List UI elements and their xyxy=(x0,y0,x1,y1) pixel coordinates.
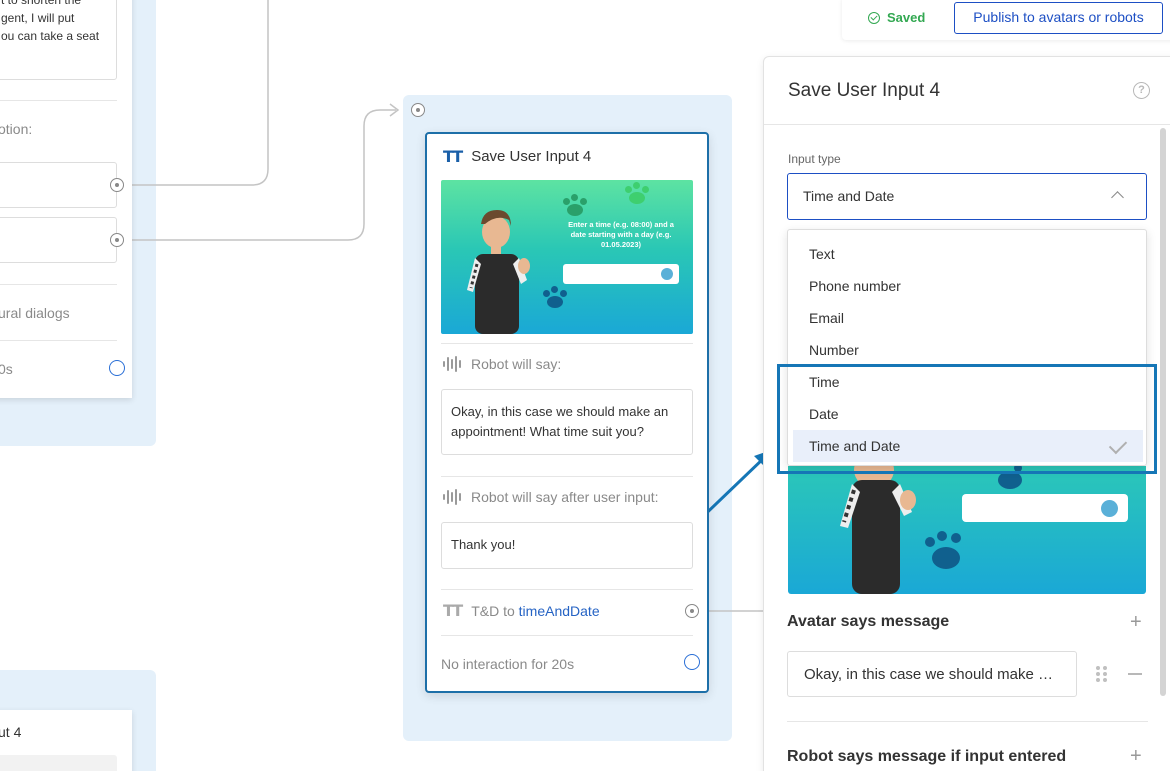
avatar-says-message-field[interactable]: Okay, in this case we should make an app… xyxy=(787,651,1077,697)
output-port[interactable] xyxy=(110,178,124,192)
paw-decoration xyxy=(625,182,649,204)
left-message-line: t to shorten the xyxy=(1,0,82,7)
option-email[interactable]: Email xyxy=(793,302,1143,334)
remove-icon[interactable] xyxy=(1128,673,1142,675)
timeout-port[interactable] xyxy=(109,360,125,376)
left-bottom-node-field xyxy=(0,755,117,771)
divider xyxy=(441,343,693,344)
divider xyxy=(0,284,117,285)
voice-wave-icon xyxy=(443,489,461,505)
saved-status: Saved xyxy=(868,10,925,25)
voice-wave-icon xyxy=(443,356,461,372)
node-title: Save User Input 4 xyxy=(471,148,592,165)
left-option-label: otion: xyxy=(0,121,33,137)
option-phone-number[interactable]: Phone number xyxy=(793,270,1143,302)
input-port[interactable] xyxy=(411,103,425,117)
left-message-line: ou can take a seat xyxy=(1,29,100,43)
timeout-port[interactable] xyxy=(684,654,700,670)
input-type-value: Time and Date xyxy=(803,188,895,204)
left-bottom-node-title: ut 4 xyxy=(0,724,22,740)
robot-will-say-label: Robot will say: xyxy=(471,356,562,372)
add-icon[interactable]: + xyxy=(1130,612,1142,632)
divider xyxy=(764,124,1170,125)
avatar-illustration xyxy=(840,466,1022,594)
left-message-line: gent, I will put xyxy=(1,11,75,25)
text-type-icon: TT xyxy=(443,601,463,620)
left-timeout: 0s xyxy=(0,361,13,377)
robot-will-say-text[interactable]: Okay, in this case we should make an app… xyxy=(441,389,693,455)
divider xyxy=(0,340,117,341)
add-icon[interactable]: + xyxy=(1130,746,1142,766)
divider xyxy=(441,589,693,590)
check-circle-icon xyxy=(868,11,880,24)
option-text[interactable]: Text xyxy=(793,238,1143,270)
divider xyxy=(787,721,1148,722)
divider xyxy=(441,476,693,477)
left-natural-dialogs: ural dialogs xyxy=(0,305,70,321)
chevron-up-icon xyxy=(1111,191,1124,204)
arrow-right-icon xyxy=(1101,500,1118,517)
input-type-label: Input type xyxy=(788,152,841,166)
robot-after-input-text[interactable]: Thank you! xyxy=(441,522,693,569)
robot-says-title: Robot says message if input entered xyxy=(787,748,1067,765)
robot-after-input-label: Robot will say after user input: xyxy=(471,489,659,505)
left-option-2[interactable] xyxy=(0,217,117,263)
left-option-1[interactable] xyxy=(0,162,117,208)
preview-input xyxy=(563,264,679,284)
no-interaction-label: No interaction for 20s xyxy=(441,656,575,672)
preview-prompt-text: Enter a time (e.g. 08:00) and a date sta… xyxy=(568,220,674,249)
node-preview-image: Enter a time (e.g. 08:00) and a date sta… xyxy=(441,180,693,334)
divider xyxy=(0,100,117,101)
panel-preview-image xyxy=(788,466,1146,594)
variable-name[interactable]: timeAndDate xyxy=(519,603,600,619)
divider xyxy=(441,635,693,636)
drag-handle-icon[interactable] xyxy=(1096,666,1108,682)
input-type-select[interactable]: Time and Date xyxy=(787,173,1147,220)
preview-input xyxy=(962,494,1128,522)
td-prefix: T&D to xyxy=(471,603,519,619)
option-number[interactable]: Number xyxy=(793,334,1143,366)
left-node-message: t to shorten the gent, I will put ou can… xyxy=(0,0,117,80)
output-port[interactable] xyxy=(685,604,699,618)
help-icon[interactable]: ? xyxy=(1133,82,1150,99)
text-type-icon: TT xyxy=(443,146,463,166)
publish-button[interactable]: Publish to avatars or robots xyxy=(954,2,1163,34)
highlight-box xyxy=(777,364,1157,474)
arrow-right-icon xyxy=(661,268,673,280)
paw-decoration xyxy=(543,286,567,308)
panel-scrollbar[interactable] xyxy=(1160,128,1166,696)
paw-decoration xyxy=(563,194,587,216)
panel-title: Save User Input 4 xyxy=(788,80,941,101)
avatar-says-title: Avatar says message xyxy=(787,613,950,630)
save-user-input-node[interactable]: TT Save User Input 4 Enter a time (e.g. … xyxy=(425,132,709,693)
saved-label: Saved xyxy=(887,10,926,25)
output-port[interactable] xyxy=(110,233,124,247)
